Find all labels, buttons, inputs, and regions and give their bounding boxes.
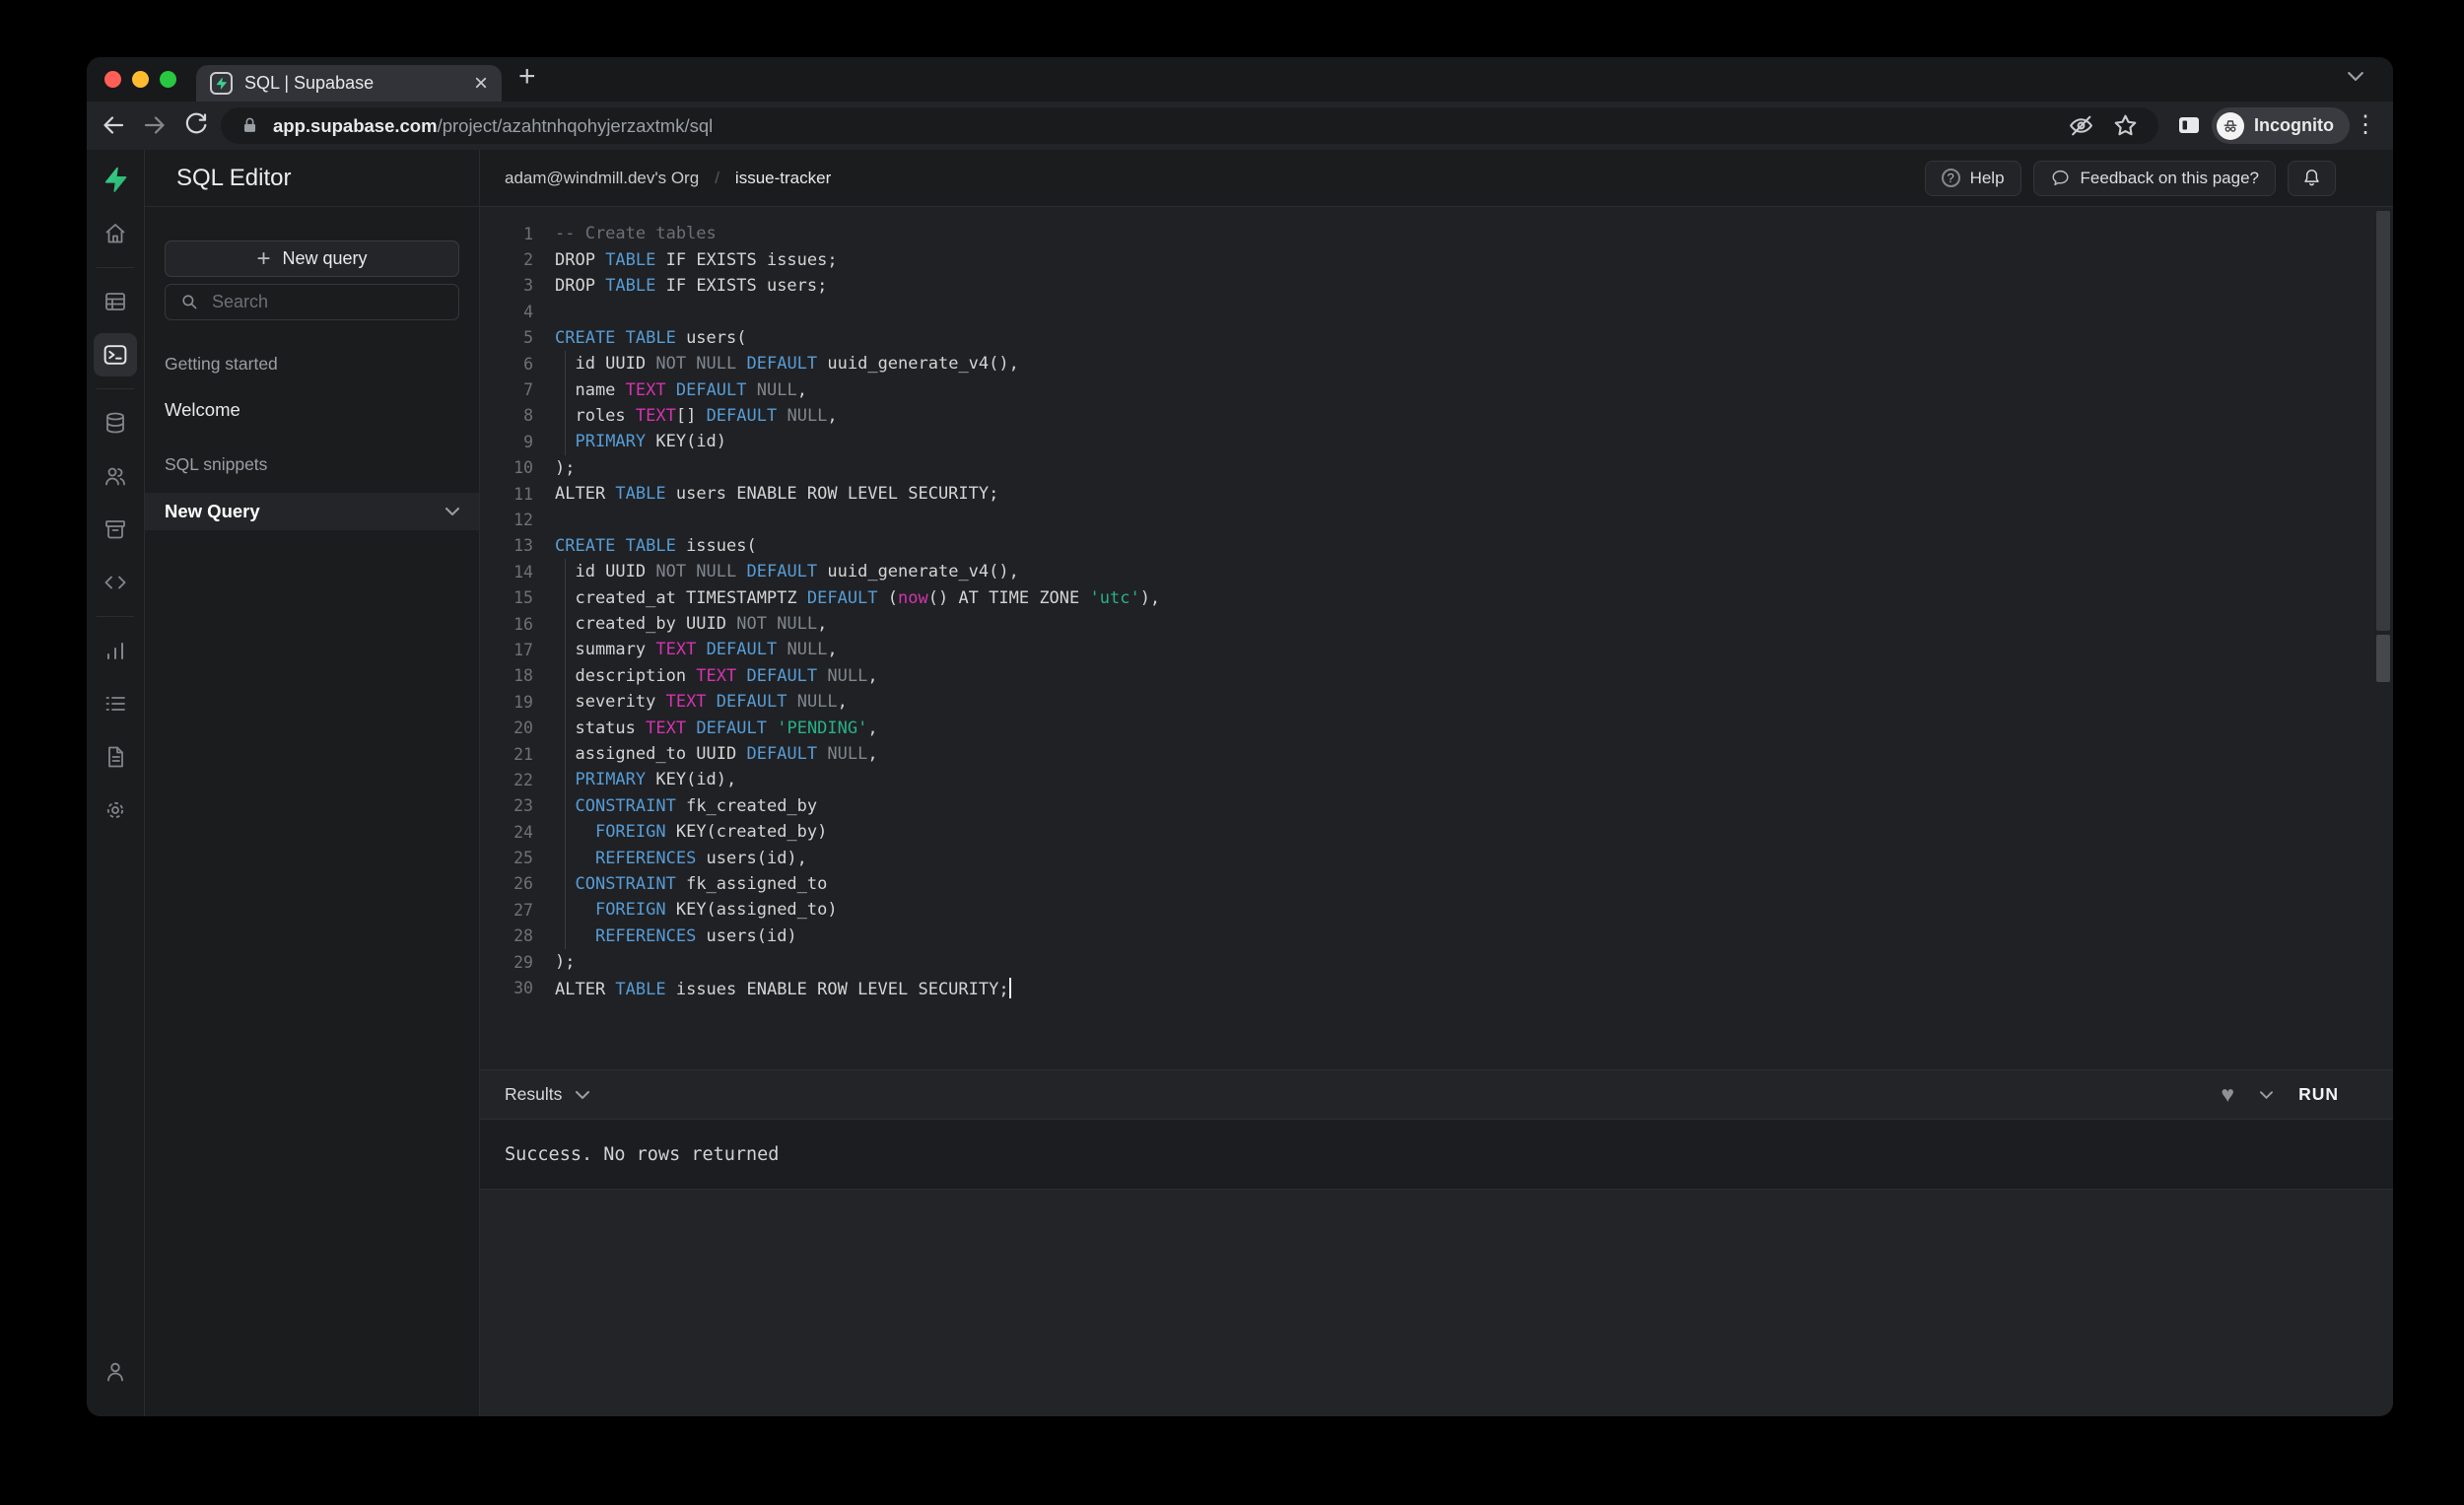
bookmark-star-icon[interactable]: [2112, 112, 2139, 139]
url-path: /project/azahtnhqohyjerzaxtmk/sql: [438, 115, 714, 136]
incognito-icon: [2217, 112, 2244, 140]
traffic-light[interactable]: [104, 71, 121, 88]
traffic-light[interactable]: [160, 71, 176, 88]
sidebar-item-reports[interactable]: [102, 637, 129, 664]
snippet-label: New Query: [165, 501, 260, 522]
run-options-chevron-icon[interactable]: [2260, 1091, 2273, 1099]
breadcrumb-separator: /: [715, 169, 719, 188]
help-label: Help: [1970, 169, 2005, 188]
forward-icon[interactable]: [142, 112, 168, 138]
results-label: Results: [505, 1084, 562, 1105]
url-bar[interactable]: app.supabase.com/project/azahtnhqohyjerz…: [221, 107, 2158, 144]
snippet-search[interactable]: [165, 284, 459, 320]
sidebar-item-logs[interactable]: [102, 690, 129, 718]
side-panel-icon[interactable]: [2176, 112, 2202, 138]
plus-icon: +: [256, 247, 270, 271]
nav-divider: [97, 616, 134, 617]
chevron-down-icon[interactable]: [445, 508, 459, 515]
eye-off-icon[interactable]: [2068, 112, 2094, 139]
url-text[interactable]: app.supabase.com/project/azahtnhqohyjerz…: [273, 115, 713, 137]
lock-icon[interactable]: [240, 116, 259, 135]
url-domain: app.supabase.com: [273, 115, 438, 136]
query-panel: + New query Getting started Welcome SQL …: [145, 207, 480, 1416]
nav-divider: [97, 388, 134, 389]
sidebar-item-authentication[interactable]: [102, 462, 129, 490]
traffic-lights: [104, 71, 176, 88]
feedback-button[interactable]: Feedback on this page?: [2033, 161, 2276, 196]
tab-title: SQL | Supabase: [244, 73, 462, 94]
help-icon: ?: [1942, 169, 1960, 187]
tab-search-chevron-icon[interactable]: [2348, 72, 2363, 81]
back-icon[interactable]: [101, 112, 126, 138]
search-icon: [179, 292, 200, 312]
speech-bubble-icon: [2050, 168, 2071, 188]
help-button[interactable]: ? Help: [1925, 161, 2021, 196]
incognito-label: Incognito: [2254, 115, 2334, 136]
results-empty-area: [480, 1190, 2393, 1416]
search-input[interactable]: [212, 292, 445, 312]
section-sql-snippets: SQL snippets: [165, 454, 459, 475]
breadcrumb-project[interactable]: issue-tracker: [735, 169, 831, 188]
sidebar-item-storage[interactable]: [102, 515, 129, 543]
reload-icon[interactable]: [183, 112, 209, 138]
nav-rail: [87, 150, 145, 1416]
favorite-heart-icon[interactable]: ♥: [2221, 1083, 2234, 1106]
new-tab-button[interactable]: +: [518, 60, 536, 94]
sql-editor-pane: 1-- Create tables2DROP TABLE IF EXISTS i…: [480, 207, 2393, 1416]
bell-icon: [2301, 168, 2322, 188]
page-title: SQL Editor: [145, 150, 480, 206]
app-header: SQL Editor adam@windmill.dev's Org / iss…: [145, 150, 2393, 207]
success-message: Success. No rows returned: [505, 1144, 779, 1165]
close-tab-icon[interactable]: ×: [474, 72, 488, 96]
browser-window: SQL | Supabase × + app.supabase.com/proj…: [87, 57, 2393, 1416]
sidebar-item-table-editor[interactable]: [102, 288, 129, 315]
browser-toolbar: app.supabase.com/project/azahtnhqohyjerz…: [87, 102, 2393, 150]
results-bar: Results ♥ RUN: [480, 1069, 2393, 1119]
scrollbar-thumb[interactable]: [2376, 211, 2390, 631]
snippet-new-query[interactable]: New Query: [145, 493, 479, 530]
new-query-button[interactable]: + New query: [165, 240, 459, 277]
sidebar-item-database[interactable]: [102, 409, 129, 437]
scrollbar-thumb[interactable]: [2376, 635, 2390, 682]
run-button[interactable]: RUN: [2298, 1084, 2339, 1105]
sidebar-item-docs[interactable]: [102, 743, 129, 771]
tab-strip: SQL | Supabase × +: [87, 57, 2393, 102]
sidebar-item-welcome[interactable]: Welcome: [165, 399, 459, 421]
sidebar-item-sql-editor[interactable]: [94, 333, 137, 376]
breadcrumb-org[interactable]: adam@windmill.dev's Org: [505, 169, 699, 188]
browser-menu-icon[interactable]: ⋮: [2354, 110, 2377, 139]
section-getting-started: Getting started: [165, 354, 459, 375]
browser-tab[interactable]: SQL | Supabase ×: [196, 65, 502, 102]
new-query-label: New query: [282, 248, 367, 269]
sidebar-item-home[interactable]: [102, 220, 129, 247]
supabase-app: SQL Editor adam@windmill.dev's Org / iss…: [87, 150, 2393, 1416]
sidebar-item-settings[interactable]: [102, 796, 129, 824]
query-status: Success. No rows returned: [480, 1119, 2393, 1190]
sidebar-item-api[interactable]: [102, 569, 129, 596]
incognito-badge: Incognito: [2212, 107, 2350, 144]
notifications-button[interactable]: [2288, 161, 2336, 196]
feedback-label: Feedback on this page?: [2081, 169, 2259, 188]
account-icon[interactable]: [102, 1358, 129, 1386]
nav-divider: [97, 267, 134, 268]
supabase-logo-icon[interactable]: [102, 166, 129, 193]
code-lines[interactable]: 1-- Create tables2DROP TABLE IF EXISTS i…: [480, 207, 2393, 1069]
supabase-favicon-icon: [210, 72, 233, 95]
traffic-light[interactable]: [132, 71, 149, 88]
results-chevron-icon[interactable]: [576, 1091, 589, 1099]
